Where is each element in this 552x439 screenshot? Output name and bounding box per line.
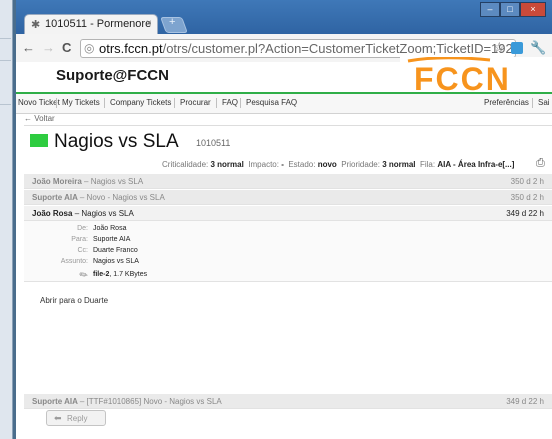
- ticket-meta: Criticalidade: 3 normal Impacto: - Estad…: [162, 160, 514, 169]
- article-subject: – Novo - Nagios vs SLA: [79, 193, 165, 202]
- url-text: otrs.fccn.pt/otrs/customer.pl?Action=Cus…: [99, 41, 516, 56]
- article-row[interactable]: Suporte AIA – Novo - Nagios vs SLA 350 d…: [24, 190, 552, 205]
- header-value: Nagios vs SLA: [93, 258, 139, 265]
- page-info-icon[interactable]: ◎: [84, 41, 94, 55]
- paperclip-icon: ✎: [77, 268, 91, 283]
- browser-window: ✱ 1010511 - Pormenore × + – □ × ← → C ◎ …: [16, 0, 552, 439]
- bookmark-star-icon[interactable]: ☆: [493, 39, 506, 56]
- article-age: 349 d 22 h: [506, 209, 544, 218]
- tab-title: 1010511 - Pormenore: [45, 18, 152, 30]
- menu-item-pesquisa-faq[interactable]: Pesquisa FAQ: [246, 98, 297, 107]
- article-subject: – [TTF#1010865] Novo - Nagios vs SLA: [79, 397, 222, 406]
- meta-value: 3 normal: [382, 160, 416, 169]
- new-tab-plus-icon: +: [169, 16, 176, 28]
- back-arrow-icon[interactable]: ←: [22, 40, 35, 55]
- article-from: Suporte AIA – Novo - Nagios vs SLA: [32, 193, 165, 202]
- url-host: otrs.fccn.pt: [99, 41, 163, 56]
- header-value: Suporte AIA: [93, 236, 131, 243]
- close-window-button[interactable]: ×: [520, 2, 546, 17]
- menu-item-sair[interactable]: Sai: [538, 98, 550, 107]
- meta-label: Fila:: [419, 160, 436, 169]
- meta-value[interactable]: AIA - Área Infra-e[...]: [437, 160, 514, 169]
- article-row[interactable]: João Moreira – Nagios vs SLA 350 d 2 h: [24, 174, 552, 189]
- meta-label: Impacto:: [248, 160, 279, 169]
- reply-arrow-icon: ⬅: [54, 413, 62, 423]
- article-from: João Rosa – Nagios vs SLA: [32, 209, 134, 218]
- attachment[interactable]: file-2, 1.7 KBytes: [93, 271, 147, 278]
- divider: [24, 125, 552, 126]
- menu-item-company-tickets[interactable]: Company Tickets: [110, 98, 171, 107]
- article-row-selected[interactable]: João Rosa – Nagios vs SLA 349 d 22 h: [24, 206, 552, 221]
- print-icon[interactable]: ⎙: [536, 157, 545, 170]
- ticket-status-indicator: [30, 134, 48, 147]
- extension-icon[interactable]: [511, 42, 523, 54]
- article-subject: – Nagios vs SLA: [74, 209, 134, 218]
- header-label: Cc:: [77, 247, 89, 254]
- article-age: 350 d 2 h: [510, 177, 544, 186]
- forward-arrow-icon[interactable]: →: [42, 40, 55, 55]
- article-age: 349 d 22 h: [506, 397, 544, 406]
- header-value: João Rosa: [93, 225, 127, 232]
- header-label: De:: [77, 225, 88, 232]
- tab-close-icon[interactable]: ×: [146, 18, 152, 29]
- fccn-logo-text: FCCN: [414, 61, 511, 95]
- window-controls: – □ ×: [480, 2, 546, 18]
- article-row[interactable]: Suporte AIA – [TTF#1010865] Novo - Nagio…: [24, 394, 552, 409]
- browser-tab[interactable]: ✱ 1010511 - Pormenore ×: [24, 14, 158, 34]
- maximize-button[interactable]: □: [500, 2, 520, 17]
- fccn-logo: FCCN: [400, 57, 552, 95]
- menu-item-preferencias[interactable]: Preferências: [484, 98, 529, 107]
- minimize-button[interactable]: –: [480, 2, 500, 17]
- url-path: /otrs/customer.pl?Action=CustomerTicketZ…: [162, 41, 516, 56]
- main-menu: Novo Ticket My Tickets Company Tickets P…: [16, 92, 552, 114]
- header-value: Duarte Franco: [93, 247, 138, 254]
- browser-titlebar: ✱ 1010511 - Pormenore × + – □ ×: [16, 0, 552, 34]
- ticket-title: Nagios vs SLA: [54, 131, 179, 152]
- reply-button[interactable]: ⬅ Reply: [46, 410, 106, 426]
- meta-value: -: [281, 160, 284, 169]
- otrs-favicon-icon: ✱: [31, 19, 41, 31]
- article-from: Suporte AIA – [TTF#1010865] Novo - Nagio…: [32, 397, 222, 406]
- article-subject: – Nagios vs SLA: [84, 177, 144, 186]
- background-window-edge: [0, 0, 13, 439]
- menu-item-my-tickets[interactable]: My Tickets: [62, 98, 100, 107]
- article-body: Abrir para o Duarte: [40, 296, 109, 305]
- ticket-number: 1010511: [196, 138, 231, 148]
- meta-label: Prioridade:: [341, 160, 380, 169]
- menu-item-procurar[interactable]: Procurar: [180, 98, 211, 107]
- meta-label: Estado:: [288, 160, 316, 169]
- article-headers: De: João Rosa Para: Suporte AIA Cc: Duar…: [24, 221, 552, 282]
- menu-item-novo-ticket[interactable]: Novo Ticket: [18, 98, 60, 107]
- header-label: Assunto:: [60, 258, 88, 265]
- article-age: 350 d 2 h: [510, 193, 544, 202]
- back-link[interactable]: ← Voltar: [24, 114, 55, 123]
- meta-label: Criticalidade:: [162, 160, 209, 169]
- header-label: Para:: [71, 236, 88, 243]
- reply-label: Reply: [67, 414, 88, 423]
- site-title: Suporte@FCCN: [56, 67, 169, 84]
- article-from: João Moreira – Nagios vs SLA: [32, 177, 144, 186]
- menu-item-faq[interactable]: FAQ: [222, 98, 238, 107]
- meta-value: novo: [317, 160, 337, 169]
- meta-value: 3 normal: [210, 160, 244, 169]
- reload-icon[interactable]: C: [62, 40, 71, 55]
- address-bar[interactable]: ◎ otrs.fccn.pt/otrs/customer.pl?Action=C…: [80, 39, 516, 58]
- wrench-menu-icon[interactable]: 🔧: [530, 40, 546, 56]
